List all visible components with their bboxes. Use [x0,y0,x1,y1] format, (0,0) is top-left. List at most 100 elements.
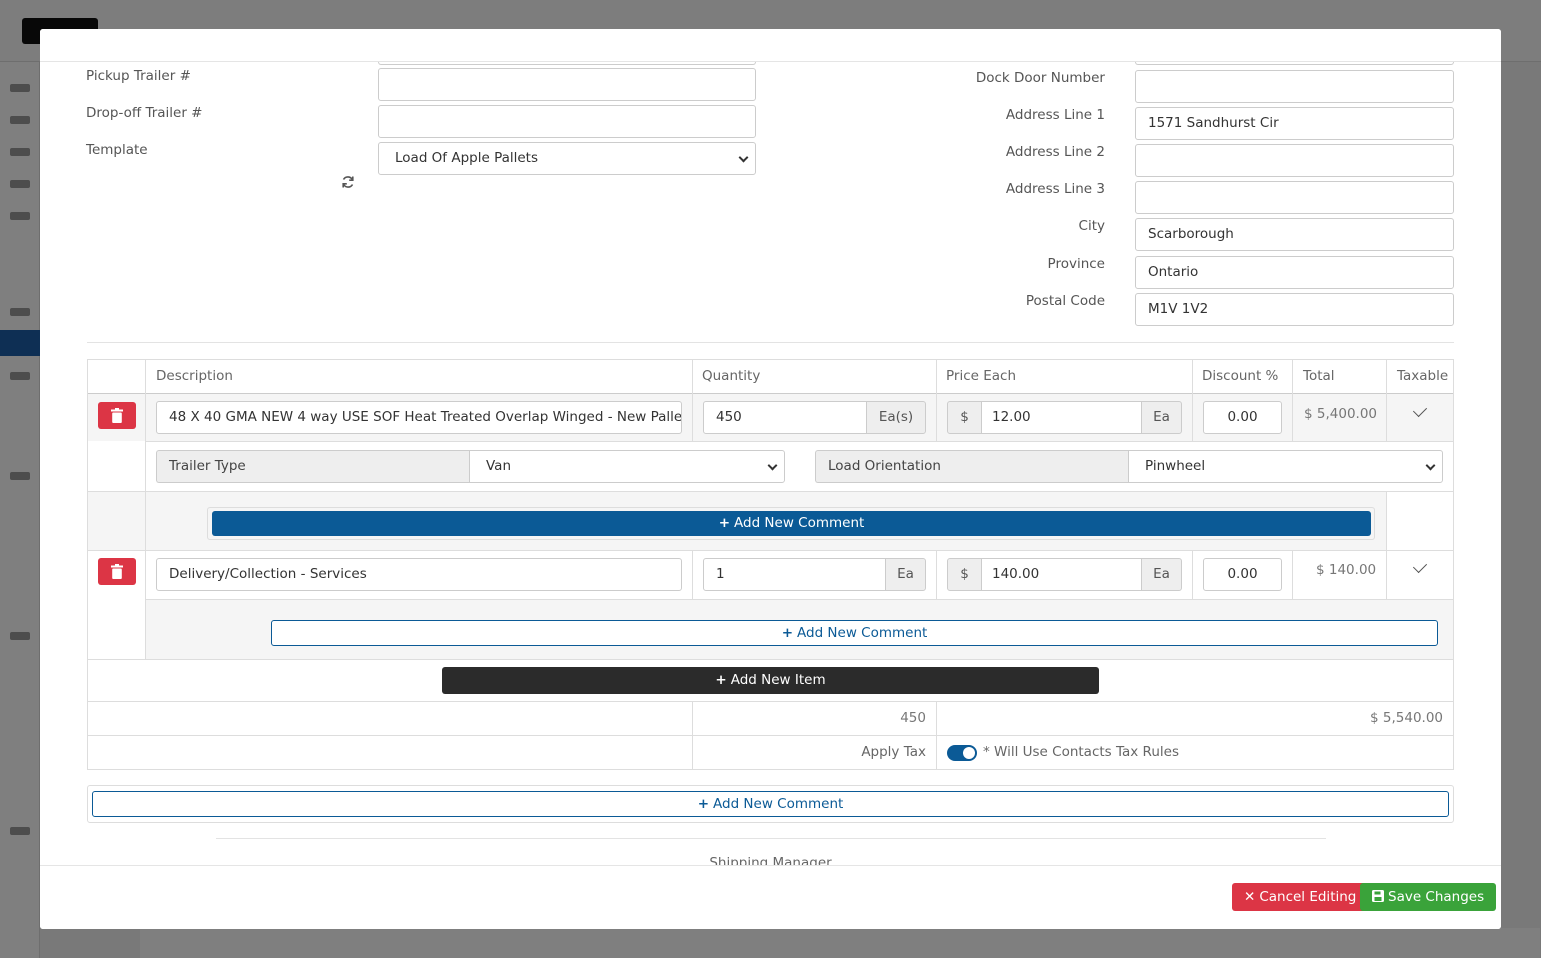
item-quantity-input[interactable]: 450 [703,401,867,434]
price-unit: Ea [1141,401,1182,434]
modal-footer: ✕ Cancel Editing Save Changes [40,865,1501,929]
address-line2-label: Address Line 2 [1005,144,1105,160]
price-unit: Ea [1141,558,1182,591]
item-description-input[interactable]: Delivery/Collection - Services [156,558,682,591]
add-item-label: Add New Item [730,672,826,688]
trailer-type-select[interactable]: Van [469,450,785,483]
header-description: Description [156,368,233,384]
col-divider [1386,550,1387,599]
address-line3-input[interactable] [1135,181,1454,214]
row-divider [88,735,1453,736]
header-taxable: Taxable [1397,368,1449,384]
item-total: $ 140.00 [1316,562,1377,578]
row-divider [88,491,1453,492]
postal-code-input[interactable]: M1V 1V2 [1135,293,1454,326]
currency-addon: $ [947,401,982,434]
dropoff-trailer-label: Drop-off Trailer # [86,105,203,121]
col-divider [692,360,693,441]
row-divider [145,441,1453,442]
quantity-unit: Ea [885,558,926,591]
modal-body: Pickup Trailer # Drop-off Trailer # Temp… [40,62,1501,865]
province-label: Province [1047,256,1105,272]
refresh-icon[interactable] [341,175,355,193]
col-divider [145,360,146,659]
plus-icon: + [697,796,709,812]
col-divider [936,550,937,599]
dropoff-trailer-input[interactable] [378,105,756,138]
scrolled-input-edge [1135,62,1454,65]
col-divider [1292,550,1293,599]
taxable-check-icon [1412,558,1428,574]
city-label: City [1078,218,1105,234]
item-description-input[interactable]: 48 X 40 GMA NEW 4 way USE SOF Heat Treat… [156,401,682,434]
address-line3-label: Address Line 3 [1005,181,1105,197]
scrolled-input-edge [378,62,756,65]
pickup-trailer-label: Pickup Trailer # [86,68,191,84]
apply-tax-toggle[interactable] [947,745,977,761]
save-changes-button[interactable]: Save Changes [1360,883,1497,911]
col-divider [1192,360,1193,441]
line-items-table: Description Quantity Price Each Discount… [87,359,1454,770]
template-select[interactable]: Load Of Apple Pallets [378,142,756,175]
chevron-down-icon [738,152,749,163]
save-icon [1372,890,1384,902]
pickup-trailer-input[interactable] [378,68,756,101]
col-divider [1386,360,1387,441]
template-label: Template [86,142,148,158]
chevron-down-icon [1425,460,1436,471]
add-order-comment-label: Add New Comment [713,796,844,812]
add-comment-label: Add New Comment [797,625,928,641]
plus-icon: + [718,515,730,531]
delete-item-button[interactable] [98,558,136,585]
load-orientation-value: Pinwheel [1145,458,1206,474]
load-orientation-select[interactable]: Pinwheel [1128,450,1443,483]
summary-total: $ 5,540.00 [1370,710,1443,726]
item-total: $ 5,400.00 [1304,406,1377,422]
quantity-unit: Ea(s) [866,401,926,434]
toggle-knob [963,747,975,759]
plus-icon: + [781,625,793,641]
add-order-comment-button[interactable]: + Add New Comment [92,791,1449,817]
cancel-editing-button[interactable]: ✕ Cancel Editing [1232,883,1369,911]
delete-item-button[interactable] [98,402,136,429]
city-input[interactable]: Scarborough [1135,218,1454,251]
apply-tax-label: Apply Tax [861,744,926,760]
col-divider [936,360,937,441]
chevron-down-icon [767,460,778,471]
address-line2-input[interactable] [1135,144,1454,177]
cancel-editing-label: Cancel Editing [1259,889,1357,905]
col-divider [1292,360,1293,441]
trailer-type-value: Van [486,458,512,474]
tax-rules-note: * Will Use Contacts Tax Rules [983,744,1179,760]
item-price-input[interactable]: 12.00 [981,401,1142,434]
header-price-each: Price Each [946,368,1017,384]
add-item-button[interactable]: + Add New Item [442,667,1099,694]
col-divider [1192,550,1193,599]
section-divider [87,342,1454,343]
add-comment-button[interactable]: + Add New Comment [271,620,1438,646]
address-line1-input[interactable]: 1571 Sandhurst Cir [1135,107,1454,140]
header-discount: Discount % [1202,368,1279,384]
col-divider [692,550,693,599]
header-total: Total [1303,368,1335,384]
edit-order-modal: Pickup Trailer # Drop-off Trailer # Temp… [40,29,1501,929]
province-input[interactable]: Ontario [1135,256,1454,289]
modal-header [40,29,1501,62]
address-line1-label: Address Line 1 [1005,107,1105,123]
item-quantity-input[interactable]: 1 [703,558,886,591]
item-discount-input[interactable]: 0.00 [1203,558,1282,591]
save-changes-label: Save Changes [1388,889,1485,905]
row-divider [88,659,1453,660]
row-divider [88,550,1453,551]
trash-icon [111,408,123,423]
dock-door-label: Dock Door Number [975,70,1105,86]
header-quantity: Quantity [702,368,761,384]
dock-door-input[interactable] [1135,70,1454,103]
add-comment-button[interactable]: + Add New Comment [212,511,1371,536]
summary-quantity: 450 [900,710,926,726]
template-select-value: Load Of Apple Pallets [395,150,539,166]
item-price-input[interactable]: 140.00 [981,558,1142,591]
add-comment-label: Add New Comment [734,515,865,531]
currency-addon: $ [947,558,982,591]
item-discount-input[interactable]: 0.00 [1203,401,1282,434]
